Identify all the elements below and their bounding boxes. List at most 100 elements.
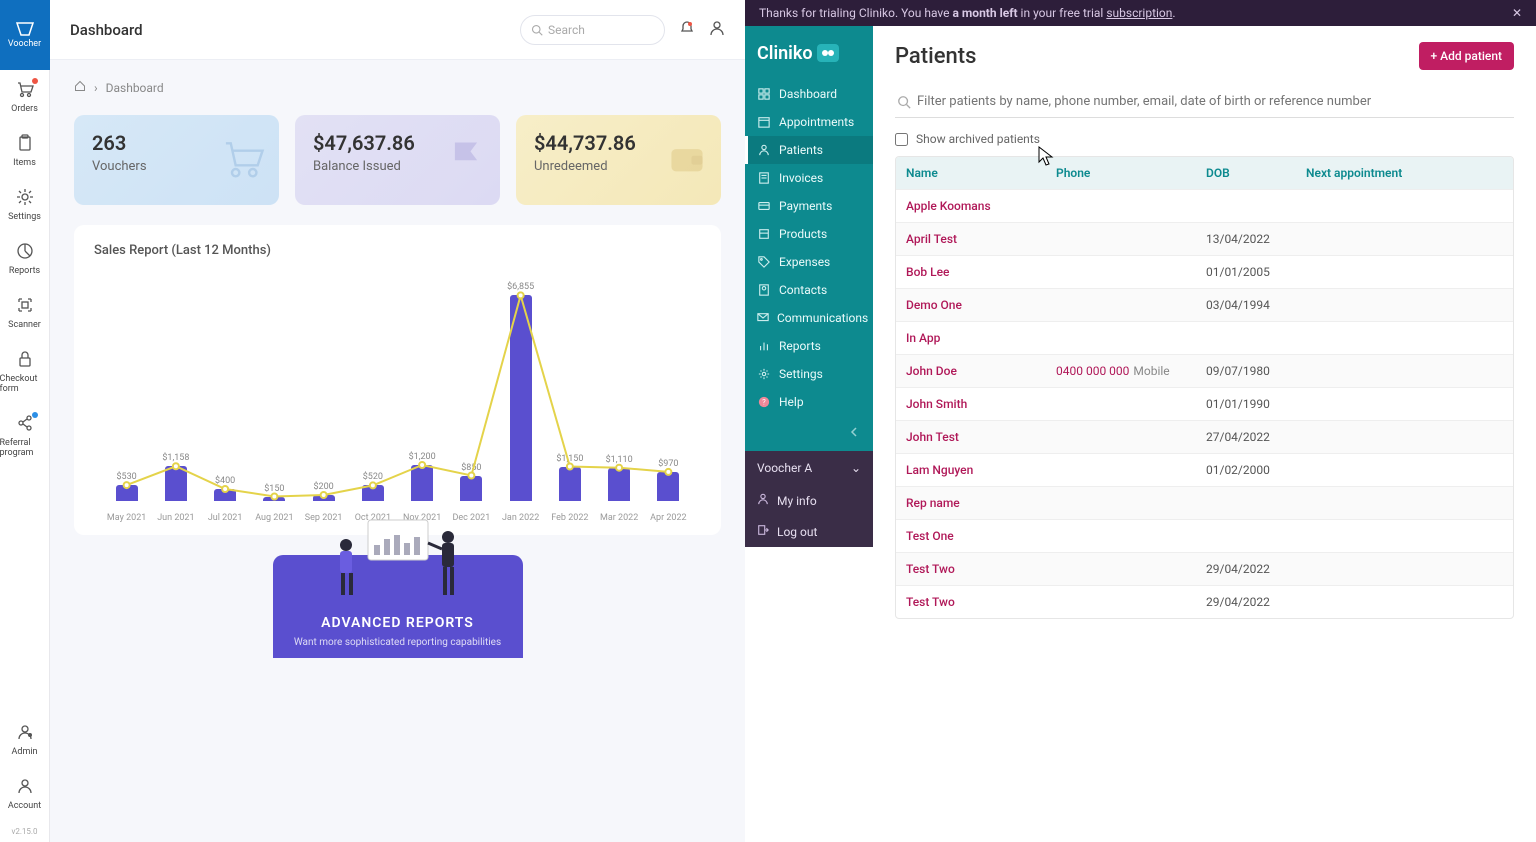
sidebar-item-communications[interactable]: Communications: [745, 304, 873, 332]
breadcrumb: › Dashboard: [50, 60, 745, 95]
voocher-header: Dashboard Search: [50, 0, 745, 60]
sidebar-item-admin[interactable]: Admin: [0, 713, 50, 767]
sidebar-item-items[interactable]: Items: [0, 124, 50, 178]
card-icon: [757, 200, 771, 212]
sidebar-item-settings[interactable]: Settings: [745, 360, 873, 388]
patient-phone: [1046, 289, 1196, 321]
patient-dob: 27/04/2022: [1196, 421, 1296, 453]
col-header-next[interactable]: Next appointment: [1296, 157, 1513, 189]
patient-next: [1296, 421, 1513, 453]
patient-phone: [1046, 223, 1196, 255]
patient-name[interactable]: John Test: [896, 421, 1046, 453]
stat-card-unredeemed[interactable]: $44,737.86Unredeemed: [516, 115, 721, 205]
sidebar-item-label: Settings: [779, 367, 823, 381]
patient-next: [1296, 190, 1513, 222]
sidebar-item-label: Referral program: [0, 438, 50, 458]
patient-phone: [1046, 421, 1196, 453]
table-row[interactable]: John Smith01/01/1990: [896, 387, 1513, 420]
cliniko-logo[interactable]: Cliniko: [745, 26, 873, 80]
bar-rect: [165, 466, 187, 501]
sidebar-item-reports[interactable]: Reports: [0, 232, 50, 286]
col-header-phone[interactable]: Phone: [1046, 157, 1196, 189]
show-archived-checkbox[interactable]: Show archived patients: [895, 132, 1514, 146]
filter-patients-input[interactable]: [895, 86, 1514, 118]
sidebar-item-help[interactable]: ?Help: [745, 388, 873, 416]
sidebar-item-account[interactable]: Account: [0, 767, 50, 821]
patient-name[interactable]: Lam Nguyen: [896, 454, 1046, 486]
patient-name[interactable]: Test One: [896, 520, 1046, 552]
sidebar-item-referral-program[interactable]: Referral program: [0, 404, 50, 468]
voocher-brand[interactable]: Voocher: [0, 0, 50, 70]
chart-bar: $520: [348, 472, 397, 501]
bell-icon[interactable]: [679, 20, 695, 40]
sidebar-item-payments[interactable]: Payments: [745, 192, 873, 220]
chart-bar: $530: [102, 472, 151, 501]
table-row[interactable]: April Test13/04/2022: [896, 222, 1513, 255]
sidebar-item-settings[interactable]: Settings: [0, 178, 50, 232]
table-row[interactable]: Demo One03/04/1994: [896, 288, 1513, 321]
sidebar-item-orders[interactable]: Orders: [0, 70, 50, 124]
logout-icon: [757, 524, 769, 539]
account-dropdown[interactable]: Voocher A ⌄: [745, 451, 873, 485]
table-row[interactable]: John Test 27/04/2022: [896, 420, 1513, 453]
account-item-log-out[interactable]: Log out: [745, 516, 873, 547]
x-tick-label: Jan 2022: [496, 513, 545, 523]
table-row[interactable]: Bob Lee01/01/2005: [896, 255, 1513, 288]
table-row[interactable]: Test One: [896, 519, 1513, 552]
sidebar-item-label: Admin: [12, 747, 38, 757]
col-header-dob[interactable]: DOB: [1196, 157, 1296, 189]
sidebar-item-appointments[interactable]: Appointments: [745, 108, 873, 136]
patient-name[interactable]: Bob Lee: [896, 256, 1046, 288]
table-row[interactable]: Test Two29/04/2022: [896, 585, 1513, 618]
search-input[interactable]: Search: [520, 15, 665, 45]
table-row[interactable]: Rep name: [896, 486, 1513, 519]
table-row[interactable]: John Doe0400 000 000Mobile09/07/1980: [896, 354, 1513, 387]
patient-name[interactable]: April Test: [896, 223, 1046, 255]
table-row[interactable]: Test Two29/04/2022: [896, 552, 1513, 585]
sidebar-item-checkout-form[interactable]: Checkout form: [0, 340, 50, 404]
brand-icon: [15, 21, 35, 37]
clipboard-icon: [16, 134, 34, 158]
sidebar-item-patients[interactable]: Patients: [745, 136, 873, 164]
sidebar-item-dashboard[interactable]: Dashboard: [745, 80, 873, 108]
sidebar-item-scanner[interactable]: Scanner: [0, 286, 50, 340]
archived-checkbox-input[interactable]: [895, 133, 908, 146]
advanced-reports-card[interactable]: ADVANCED REPORTS Want more sophisticated…: [273, 555, 523, 658]
stat-card-vouchers[interactable]: 263Vouchers: [74, 115, 279, 205]
bar-value-label: $1,158: [162, 453, 189, 463]
patient-name[interactable]: Rep name: [896, 487, 1046, 519]
col-header-name[interactable]: Name: [896, 157, 1046, 189]
patient-name[interactable]: Test Two: [896, 553, 1046, 585]
sidebar-item-invoices[interactable]: Invoices: [745, 164, 873, 192]
patient-dob: 09/07/1980: [1196, 355, 1296, 387]
bar-rect: [116, 485, 138, 501]
add-patient-button[interactable]: + Add patient: [1419, 42, 1514, 70]
stat-card-balance-issued[interactable]: $47,637.86Balance Issued: [295, 115, 500, 205]
table-row[interactable]: In App: [896, 321, 1513, 354]
sidebar-item-products[interactable]: Products: [745, 220, 873, 248]
table-row[interactable]: Apple Koomans: [896, 189, 1513, 222]
sidebar-item-reports[interactable]: Reports: [745, 332, 873, 360]
patient-next: [1296, 388, 1513, 420]
sidebar-item-label: Items: [13, 158, 36, 168]
table-header: Name Phone DOB Next appointment: [896, 157, 1513, 189]
user-icon[interactable]: [709, 20, 725, 40]
patient-name[interactable]: John Smith: [896, 388, 1046, 420]
patient-name[interactable]: Apple Koomans: [896, 190, 1046, 222]
subscription-link[interactable]: subscription: [1106, 6, 1172, 20]
patient-name[interactable]: John Doe: [896, 355, 1046, 387]
patient-name[interactable]: Demo One: [896, 289, 1046, 321]
patient-next: [1296, 553, 1513, 585]
sidebar-item-label: Reports: [9, 266, 40, 276]
account-item-my-info[interactable]: My info: [745, 485, 873, 516]
patient-name[interactable]: Test Two: [896, 586, 1046, 618]
table-row[interactable]: Lam Nguyen01/02/2000: [896, 453, 1513, 486]
x-tick-label: Mar 2022: [595, 513, 644, 523]
close-icon[interactable]: ✕: [1512, 6, 1522, 20]
sidebar-item-contacts[interactable]: Contacts: [745, 276, 873, 304]
sidebar-item-label: Communications: [777, 311, 868, 325]
home-icon[interactable]: [74, 80, 86, 95]
collapse-sidebar-button[interactable]: [745, 416, 873, 451]
patient-name[interactable]: In App: [896, 322, 1046, 354]
sidebar-item-expenses[interactable]: Expenses: [745, 248, 873, 276]
